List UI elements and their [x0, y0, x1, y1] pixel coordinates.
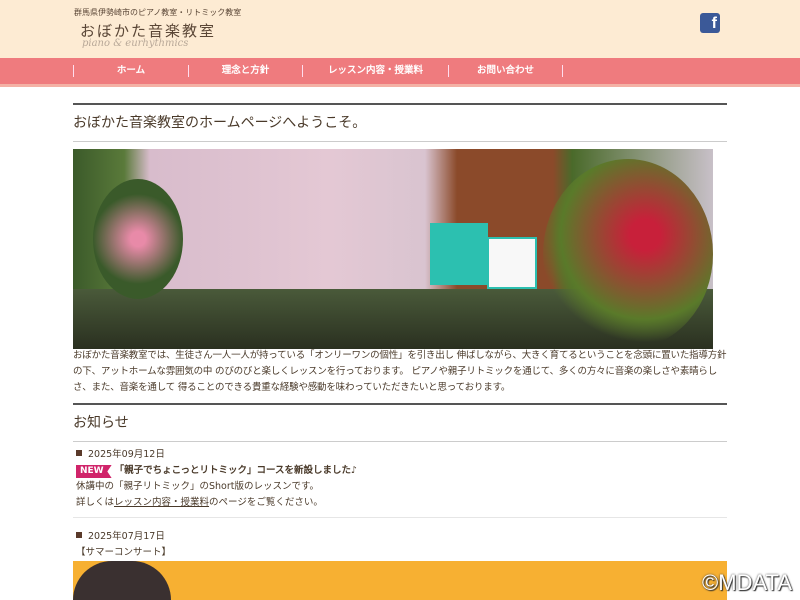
- welcome-heading: おぼかた音楽教室のホームページへようこそ。: [73, 103, 727, 142]
- news-heading: お知らせ: [73, 403, 727, 442]
- news-text: 詳しくは: [76, 497, 115, 508]
- news-line: 休講中の「親子リトミック」のShort版のレッスンです。: [76, 481, 320, 492]
- summer-concert-banner: [73, 561, 727, 600]
- news-item: 2025年07月17日 【サマーコンサート】: [73, 529, 727, 561]
- photo-sign-piano: [430, 223, 488, 285]
- photo-roses-right: [543, 159, 713, 349]
- news-date: 2025年07月17日: [76, 529, 727, 545]
- lessons-link[interactable]: レッスン内容・授業料: [114, 497, 209, 508]
- news-item: 2025年09月12日 NEW 「親子でちょこっとリトミック」コースを新設しました…: [73, 447, 727, 518]
- news-text: のページをご覧ください。: [209, 497, 323, 508]
- photo-roses-left: [93, 179, 183, 299]
- news-headline: 「親子でちょこっとリトミック」コースを新設しました♪: [114, 465, 358, 476]
- new-badge: NEW: [76, 465, 112, 478]
- banner-photo: [73, 561, 171, 600]
- news-date: 2025年09月12日: [76, 447, 727, 463]
- watermark: ©MDATA: [702, 570, 792, 595]
- main-content: おぼかた音楽教室のホームページへようこそ。 おぼかた音楽教室では、生徒さん一人一…: [73, 0, 727, 600]
- photo-sign-rhythmic: [487, 237, 537, 289]
- intro-text: おぼかた音楽教室では、生徒さん一人一人が持っている「オンリーワンの個性」を引き出…: [73, 350, 727, 393]
- news-headline: 【サマーコンサート】: [76, 547, 172, 558]
- news-line: 詳しくはレッスン内容・授業料のページをご覧ください。: [76, 495, 727, 511]
- hero-photo: [73, 149, 713, 349]
